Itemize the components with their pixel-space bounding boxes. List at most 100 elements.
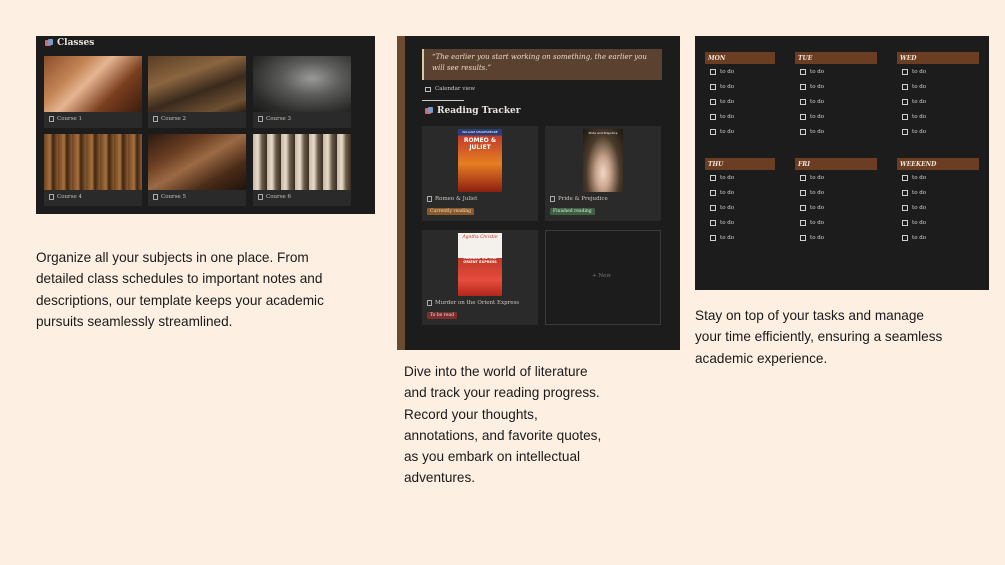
todo-label: to do (912, 204, 927, 211)
todo-item[interactable]: to do (795, 231, 877, 246)
todo-item[interactable]: to do (795, 125, 877, 140)
todo-item[interactable]: to do (897, 216, 979, 231)
calendar-icon (425, 86, 431, 92)
todo-item[interactable]: to do (705, 79, 775, 94)
active-tab-indicator (422, 100, 464, 101)
checkbox[interactable] (800, 235, 806, 242)
course-card-2[interactable]: Course 2 (148, 56, 246, 128)
page-icon (427, 196, 432, 202)
checkbox[interactable] (902, 129, 908, 136)
todo-label: to do (720, 98, 735, 105)
todo-item[interactable]: to do (795, 79, 877, 94)
checkbox[interactable] (800, 174, 806, 181)
checkbox[interactable] (902, 68, 908, 75)
course-card-1[interactable]: Course 1 (44, 56, 142, 128)
checkbox[interactable] (902, 235, 908, 242)
weekly-tasks-panel: MON to do to do to do to do to do TUE to do to d… (695, 36, 989, 290)
course-image (148, 56, 246, 112)
checkbox[interactable] (710, 129, 716, 136)
course-label: Course 4 (57, 194, 83, 200)
todo-item[interactable]: to do (897, 170, 979, 185)
todo-label: to do (912, 83, 927, 90)
todo-item[interactable]: to do (795, 94, 877, 109)
todo-item[interactable]: to do (897, 79, 979, 94)
checkbox[interactable] (902, 114, 908, 121)
reading-panel: “The earlier you start working on someth… (397, 36, 680, 350)
todo-item[interactable]: to do (795, 110, 877, 125)
checkbox[interactable] (710, 114, 716, 121)
checkbox[interactable] (902, 220, 908, 227)
checkbox[interactable] (800, 68, 806, 75)
book-card-pride[interactable]: Pride and Prejudice Pride & Prejudice Fi… (545, 126, 661, 221)
checkbox[interactable] (800, 98, 806, 105)
tab-calendar-view[interactable]: Calendar view (425, 86, 475, 92)
todo-item[interactable]: to do (705, 64, 775, 79)
todo-item[interactable]: to do (705, 170, 775, 185)
todo-item[interactable]: to do (897, 125, 979, 140)
todo-item[interactable]: to do (897, 94, 979, 109)
checkbox[interactable] (902, 174, 908, 181)
todo-label: to do (810, 83, 825, 90)
todo-item[interactable]: to do (897, 185, 979, 200)
course-card-6[interactable]: Course 6 (253, 134, 351, 206)
course-label: Course 6 (266, 194, 292, 200)
checkbox[interactable] (710, 98, 716, 105)
day-column-thu: THU to do to do to do to do to do (705, 158, 775, 246)
todo-item[interactable]: to do (795, 200, 877, 215)
todo-label: to do (912, 174, 927, 181)
todo-item[interactable]: to do (795, 185, 877, 200)
checkbox[interactable] (800, 220, 806, 227)
todo-item[interactable]: to do (705, 231, 775, 246)
page-icon (153, 116, 158, 122)
todo-item[interactable]: to do (705, 110, 775, 125)
checkbox[interactable] (800, 129, 806, 136)
day-column-tue: TUE to do to do to do to do to do (795, 52, 877, 140)
todo-item[interactable]: to do (795, 216, 877, 231)
checkbox[interactable] (710, 204, 716, 211)
checkbox[interactable] (800, 114, 806, 121)
books-icon (425, 107, 434, 115)
course-image (44, 134, 142, 190)
checkbox[interactable] (800, 189, 806, 196)
day-header: THU (705, 158, 775, 170)
todo-label: to do (720, 220, 735, 227)
checkbox[interactable] (800, 204, 806, 211)
checkbox[interactable] (902, 98, 908, 105)
new-book-button[interactable]: + New (545, 230, 661, 325)
checkbox[interactable] (710, 220, 716, 227)
checkbox[interactable] (710, 83, 716, 90)
todo-item[interactable]: to do (795, 170, 877, 185)
checkbox[interactable] (902, 83, 908, 90)
checkbox[interactable] (902, 204, 908, 211)
todo-item[interactable]: to do (897, 110, 979, 125)
course-card-4[interactable]: Course 4 (44, 134, 142, 206)
book-card-romeo[interactable]: WILLIAM SHAKESPEARE ROMEO & JULIET Romeo… (422, 126, 538, 221)
course-card-5[interactable]: Course 5 (148, 134, 246, 206)
todo-item[interactable]: to do (897, 231, 979, 246)
todo-item[interactable]: to do (795, 64, 877, 79)
todo-item[interactable]: to do (705, 216, 775, 231)
todo-item[interactable]: to do (897, 200, 979, 215)
course-card-3[interactable]: Course 3 (253, 56, 351, 128)
day-column-mon: MON to do to do to do to do to do (705, 52, 775, 140)
todo-item[interactable]: to do (705, 185, 775, 200)
checkbox[interactable] (710, 68, 716, 75)
checkbox[interactable] (800, 83, 806, 90)
checkbox[interactable] (902, 189, 908, 196)
checkbox[interactable] (710, 174, 716, 181)
day-header: TUE (795, 52, 877, 64)
todo-label: to do (810, 204, 825, 211)
todo-item[interactable]: to do (705, 125, 775, 140)
todo-item[interactable]: to do (705, 94, 775, 109)
checkbox[interactable] (710, 189, 716, 196)
reading-tracker-title: Reading Tracker (425, 106, 521, 116)
book-card-murder[interactable]: Agatha Christie MURDER ON THE ORIENT EXP… (422, 230, 538, 325)
todo-label: to do (912, 68, 927, 75)
checkbox[interactable] (710, 235, 716, 242)
todo-item[interactable]: to do (705, 200, 775, 215)
todo-label: to do (810, 189, 825, 196)
books-icon (45, 39, 54, 47)
todo-label: to do (720, 68, 735, 75)
todo-item[interactable]: to do (897, 64, 979, 79)
status-badge: Currently reading (427, 208, 475, 215)
